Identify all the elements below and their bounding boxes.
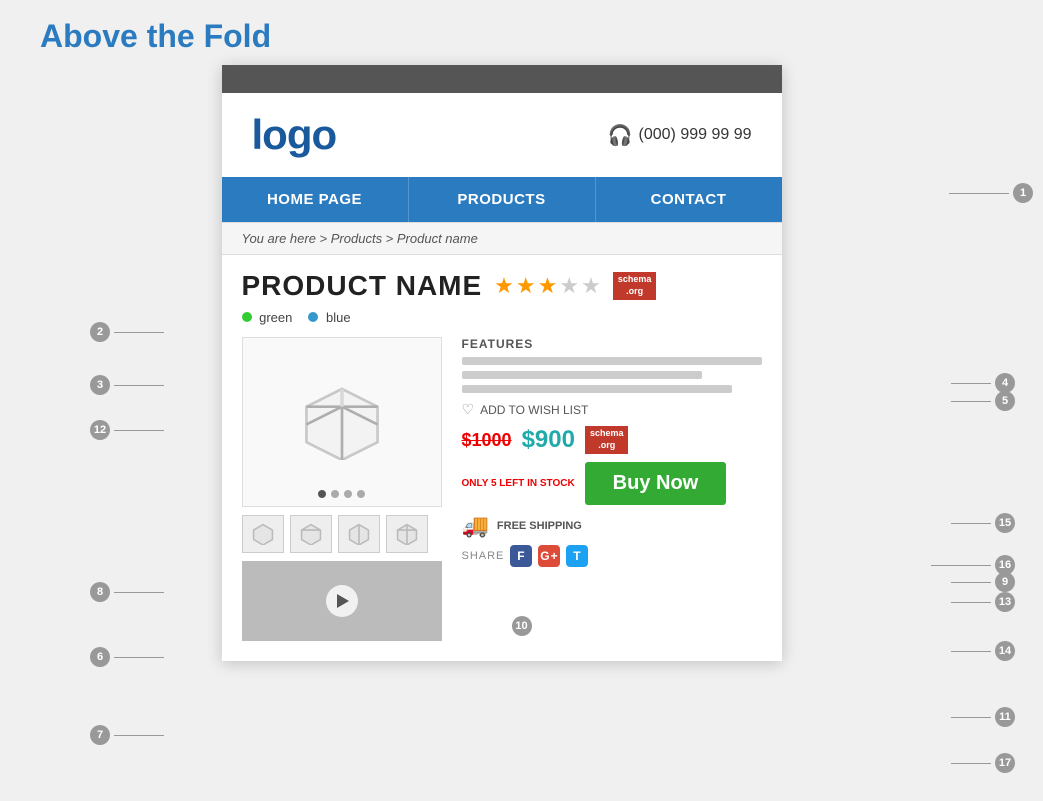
thumb-2[interactable]: [290, 515, 332, 553]
annotation-15: 15: [951, 513, 1015, 533]
price-row: $1000 $900 schema.org: [462, 426, 762, 454]
thumbnail-row: [242, 515, 442, 553]
annotation-12: 12: [90, 420, 164, 440]
video-box[interactable]: [242, 561, 442, 641]
page-title: Above the Fold: [0, 0, 1043, 65]
dot-1: [318, 490, 326, 498]
facebook-icon[interactable]: f: [510, 545, 532, 567]
thumb-3[interactable]: [338, 515, 380, 553]
annotation-5: 5: [951, 391, 1015, 411]
share-label: SHARE: [462, 550, 505, 562]
annotation-13: 13: [951, 592, 1015, 612]
phone-area: 🎧 (000) 999 99 99: [608, 123, 752, 148]
annotation-3: 3: [90, 375, 164, 395]
nav-home[interactable]: HOME PAGE: [222, 177, 409, 222]
nav-bar: HOME PAGE PRODUCTS CONTACT: [222, 177, 782, 222]
wishlist-label[interactable]: ADD TO WISH LIST: [480, 403, 588, 417]
truck-icon: 🚚: [462, 513, 489, 539]
thumb-4[interactable]: [386, 515, 428, 553]
twitter-icon[interactable]: t: [566, 545, 588, 567]
star-2: ★: [516, 273, 536, 299]
new-price: $900: [522, 426, 575, 454]
dot-4: [357, 490, 365, 498]
image-carousel-dots: [318, 490, 365, 498]
shipping-label: FREE SHIPPING: [497, 520, 582, 532]
wishlist-row: ♡ ADD TO WISH LIST: [462, 401, 762, 418]
logo: logo: [252, 111, 337, 159]
schema-badge-rating: schema.org: [613, 272, 657, 299]
breadcrumb: You are here > Products > Product name: [222, 222, 782, 255]
stock-text: ONLY 5 LEFT IN STOCK: [462, 477, 575, 490]
product-image-box: [242, 337, 442, 507]
nav-products[interactable]: PRODUCTS: [409, 177, 596, 222]
right-column: FEATURES ♡ ADD TO WISH LIST $1000 $900: [462, 337, 762, 641]
buy-row: ONLY 5 LEFT IN STOCK Buy Now: [462, 462, 762, 505]
shipping-row: 🚚 FREE SHIPPING: [462, 513, 762, 539]
color-options: green blue: [242, 310, 762, 325]
star-3: ★: [538, 273, 558, 299]
buy-now-button[interactable]: Buy Now: [585, 462, 727, 505]
blue-dot: [308, 312, 318, 322]
heart-icon: ♡: [462, 401, 475, 418]
color-green-option[interactable]: green: [242, 310, 293, 325]
left-column: [242, 337, 442, 641]
annotation-1: 1: [949, 183, 1033, 203]
feature-line-3: [462, 385, 732, 393]
annotation-10: 10: [512, 616, 532, 636]
features-label: FEATURES: [462, 337, 762, 351]
phone-number: (000) 999 99 99: [639, 126, 752, 144]
annotation-9: 9: [951, 572, 1015, 592]
ann-num-1: 1: [1013, 183, 1033, 203]
star-5: ★: [581, 273, 601, 299]
browser-bar: [222, 65, 782, 93]
annotation-7: 7: [90, 725, 164, 745]
color-blue-option[interactable]: blue: [308, 310, 350, 325]
star-1: ★: [494, 273, 514, 299]
schema-badge-price: schema.org: [585, 426, 629, 453]
product-name: PRODUCT NAME: [242, 270, 483, 302]
feature-line-1: [462, 357, 762, 365]
googleplus-icon[interactable]: g+: [538, 545, 560, 567]
old-price: $1000: [462, 430, 512, 451]
feature-line-2: [462, 371, 702, 379]
main-product-layout: FEATURES ♡ ADD TO WISH LIST $1000 $900: [242, 337, 762, 641]
site-header: logo 🎧 (000) 999 99 99: [222, 93, 782, 177]
browser-frame: logo 🎧 (000) 999 99 99 HOME PAGE PRODUCT…: [222, 65, 782, 661]
product-title-row: PRODUCT NAME ★ ★ ★ ★ ★ schema.org: [242, 270, 762, 302]
product-image: [297, 380, 387, 465]
star-rating: ★ ★ ★ ★ ★: [494, 273, 601, 299]
star-4: ★: [559, 273, 579, 299]
annotation-11: 11: [951, 707, 1015, 727]
annotation-6: 6: [90, 647, 164, 667]
annotation-14: 14: [951, 641, 1015, 661]
thumb-1[interactable]: [242, 515, 284, 553]
share-row: SHARE f g+ t: [462, 545, 762, 567]
annotation-4: 4: [951, 373, 1015, 393]
annotation-8: 8: [90, 582, 164, 602]
nav-contact[interactable]: CONTACT: [596, 177, 782, 222]
green-dot: [242, 312, 252, 322]
annotation-2: 2: [90, 322, 164, 342]
dot-3: [344, 490, 352, 498]
headset-icon: 🎧: [608, 123, 633, 148]
play-button[interactable]: [326, 585, 358, 617]
dot-2: [331, 490, 339, 498]
annotation-16: 16: [931, 555, 1015, 575]
content-area: PRODUCT NAME ★ ★ ★ ★ ★ schema.org: [222, 255, 782, 661]
annotation-17: 17: [951, 753, 1015, 773]
